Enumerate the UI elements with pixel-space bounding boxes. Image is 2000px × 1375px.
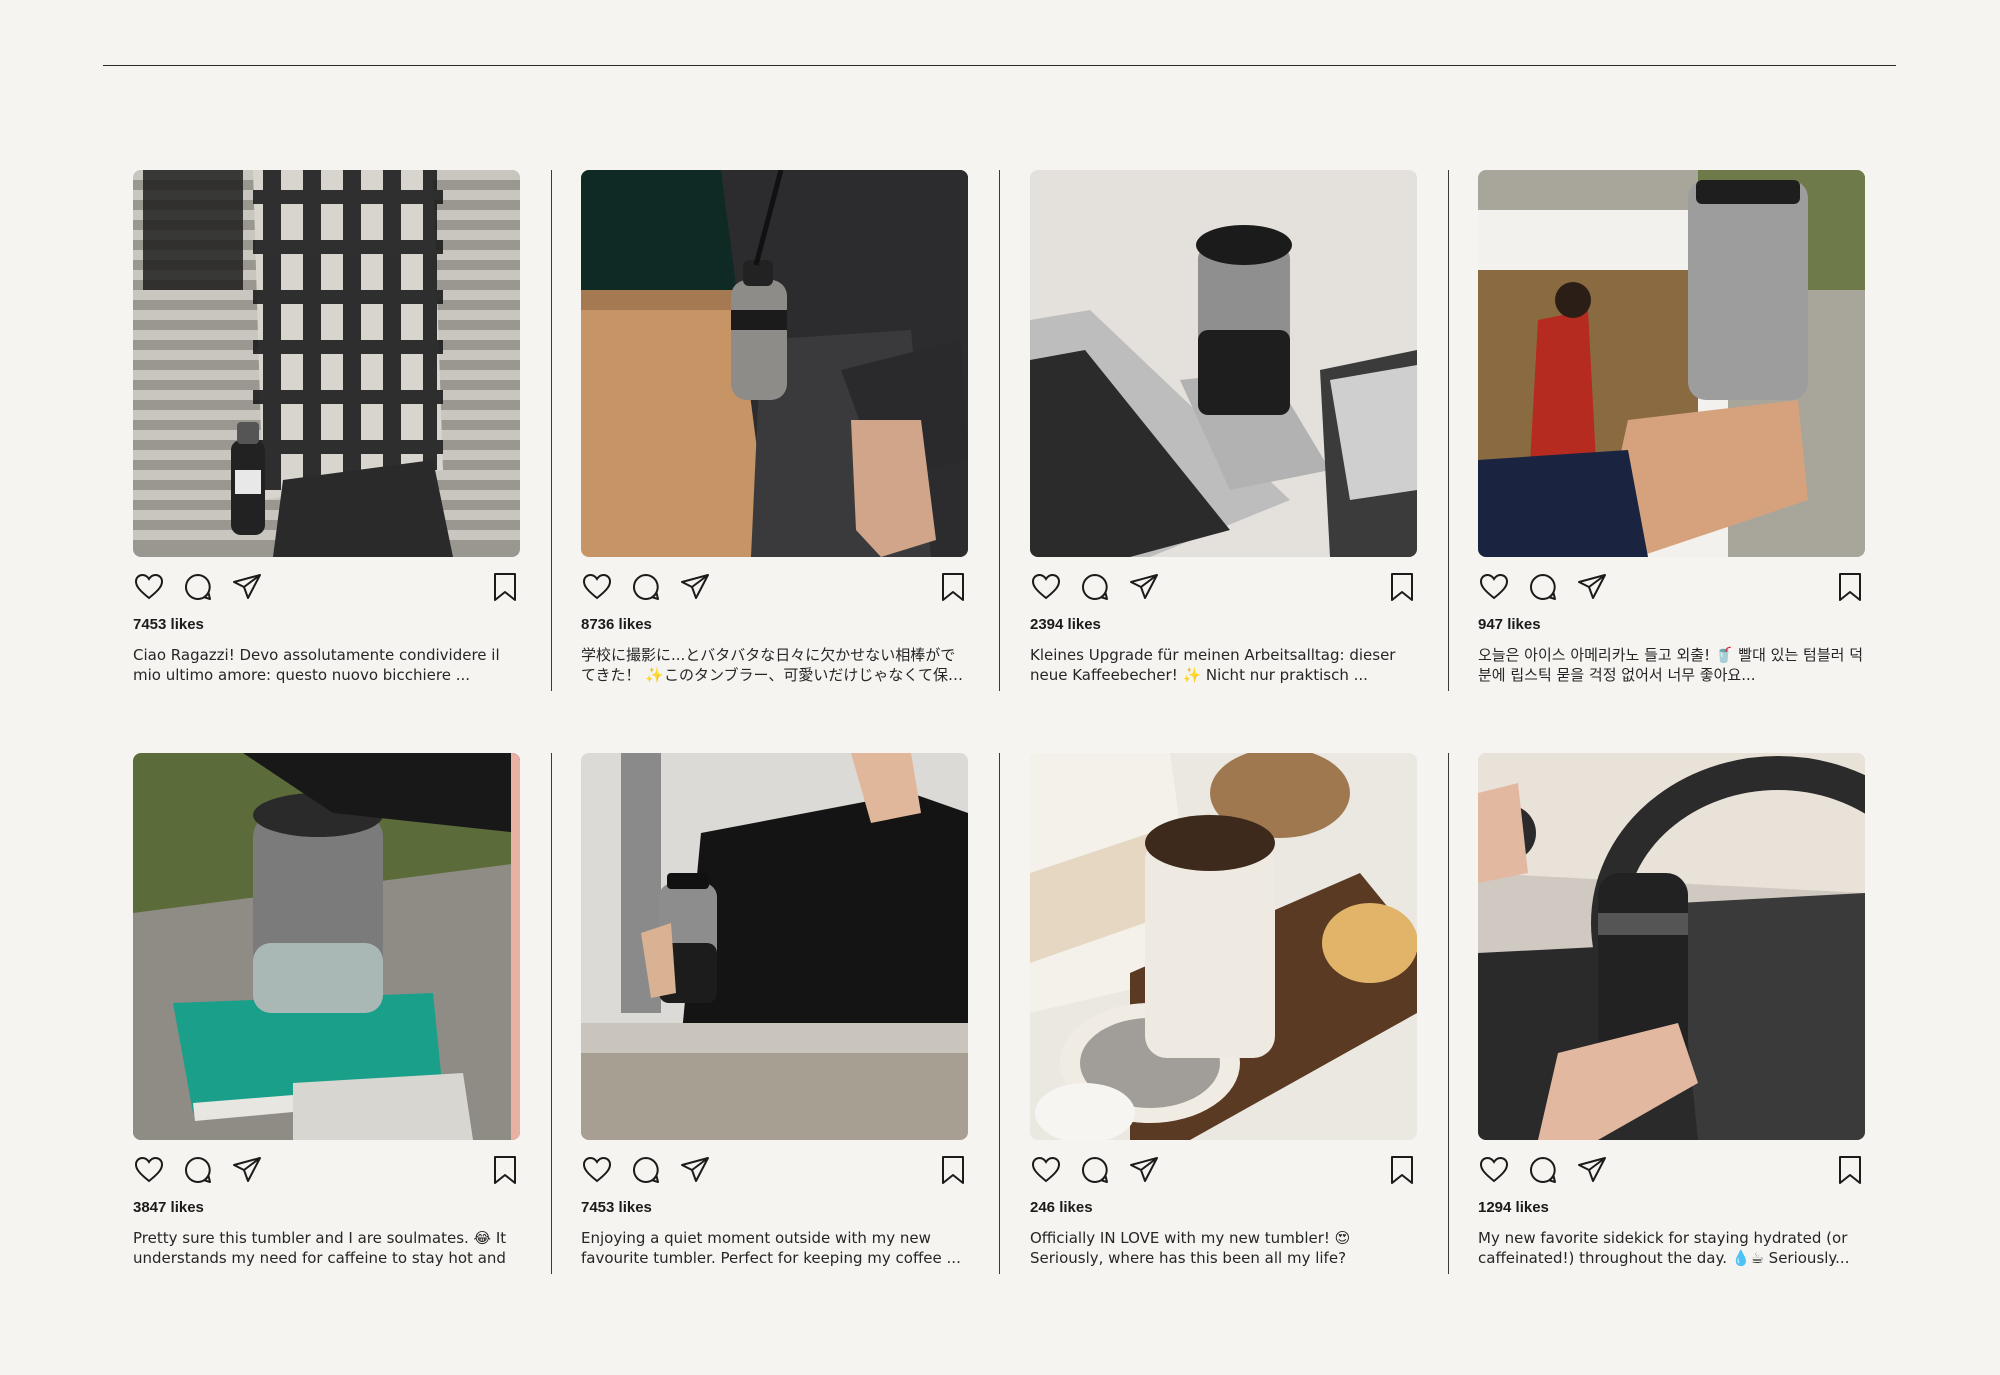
post-card: 7453 likes Enjoying a quiet moment outsi…	[581, 753, 968, 1273]
share-icon[interactable]	[1128, 571, 1160, 603]
post-caption: Ciao Ragazzi! Devo assolutamente condivi…	[133, 646, 500, 684]
like-count[interactable]: 7453 likes	[581, 1199, 652, 1216]
heart-icon[interactable]	[581, 571, 613, 603]
bookmark-icon[interactable]	[1835, 571, 1865, 603]
column-divider	[1448, 753, 1449, 1274]
post-row: 3847 likes Pretty sure this tumbler and …	[103, 753, 1896, 1274]
heart-icon[interactable]	[1030, 1154, 1062, 1186]
post-actions	[133, 571, 520, 605]
bookmark-icon[interactable]	[490, 571, 520, 603]
post-actions	[1478, 1154, 1865, 1188]
heart-icon[interactable]	[133, 1154, 165, 1186]
like-count[interactable]: 8736 likes	[581, 616, 652, 633]
like-count[interactable]: 947 likes	[1478, 616, 1541, 633]
column-divider	[551, 170, 552, 691]
comment-icon[interactable]	[182, 1154, 214, 1186]
like-count[interactable]: 1294 likes	[1478, 1199, 1549, 1216]
bookmark-icon[interactable]	[490, 1154, 520, 1186]
like-count[interactable]: 3847 likes	[133, 1199, 204, 1216]
post-photo[interactable]	[1478, 170, 1865, 557]
share-icon[interactable]	[231, 571, 263, 603]
heart-icon[interactable]	[133, 571, 165, 603]
post-photo[interactable]	[581, 753, 968, 1140]
column-divider	[999, 753, 1000, 1274]
share-icon[interactable]	[1576, 1154, 1608, 1186]
heart-icon[interactable]	[1478, 571, 1510, 603]
share-icon[interactable]	[1576, 571, 1608, 603]
post-card: 947 likes 오늘은 아이스 아메리카노 들고 외출! 🥤 빨대 있는 텀…	[1478, 170, 1865, 690]
comment-icon[interactable]	[1527, 571, 1559, 603]
post-card: 2394 likes Kleines Upgrade für meinen Ar…	[1030, 170, 1417, 690]
post-row: 7453 likes Ciao Ragazzi! Devo assolutame…	[103, 170, 1896, 691]
column-divider	[551, 753, 552, 1274]
column-divider	[999, 170, 1000, 691]
bookmark-icon[interactable]	[1387, 1154, 1417, 1186]
like-count[interactable]: 2394 likes	[1030, 616, 1101, 633]
post-photo[interactable]	[1478, 753, 1865, 1140]
bookmark-icon[interactable]	[938, 571, 968, 603]
comment-icon[interactable]	[1079, 571, 1111, 603]
heart-icon[interactable]	[1478, 1154, 1510, 1186]
post-caption: My new favorite sidekick for staying hyd…	[1478, 1229, 1850, 1267]
share-icon[interactable]	[679, 571, 711, 603]
post-actions	[1478, 571, 1865, 605]
post-card: 8736 likes 学校に撮影に...とバタバタな日々に欠かせない相棒がでてき…	[581, 170, 968, 690]
post-photo[interactable]	[1030, 753, 1417, 1140]
post-caption: Enjoying a quiet moment outside with my …	[581, 1229, 961, 1267]
post-caption: 오늘은 아이스 아메리카노 들고 외출! 🥤 빨대 있는 텀블러 덕분에 립스틱…	[1478, 646, 1863, 684]
top-divider	[103, 65, 1896, 66]
post-card: 3847 likes Pretty sure this tumbler and …	[133, 753, 520, 1273]
post-actions	[581, 571, 968, 605]
share-icon[interactable]	[1128, 1154, 1160, 1186]
bookmark-icon[interactable]	[1387, 571, 1417, 603]
post-photo[interactable]	[581, 170, 968, 557]
share-icon[interactable]	[231, 1154, 263, 1186]
bookmark-icon[interactable]	[1835, 1154, 1865, 1186]
post-caption: Kleines Upgrade für meinen Arbeitsalltag…	[1030, 646, 1396, 684]
share-icon[interactable]	[679, 1154, 711, 1186]
post-card: 7453 likes Ciao Ragazzi! Devo assolutame…	[133, 170, 520, 690]
post-photo[interactable]	[133, 753, 520, 1140]
post-photo[interactable]	[1030, 170, 1417, 557]
comment-icon[interactable]	[1079, 1154, 1111, 1186]
post-caption: Officially IN LOVE with my new tumbler! …	[1030, 1229, 1351, 1267]
like-count[interactable]: 7453 likes	[133, 616, 204, 633]
post-photo[interactable]	[133, 170, 520, 557]
comment-icon[interactable]	[1527, 1154, 1559, 1186]
comment-icon[interactable]	[630, 1154, 662, 1186]
post-actions	[133, 1154, 520, 1188]
comment-icon[interactable]	[630, 571, 662, 603]
post-caption: 学校に撮影に...とバタバタな日々に欠かせない相棒がでてきた！ ✨このタンブラー…	[581, 646, 956, 684]
comment-icon[interactable]	[182, 571, 214, 603]
post-card: 1294 likes My new favorite sidekick for …	[1478, 753, 1865, 1273]
heart-icon[interactable]	[581, 1154, 613, 1186]
post-card: 246 likes Officially IN LOVE with my new…	[1030, 753, 1417, 1273]
post-actions	[581, 1154, 968, 1188]
like-count[interactable]: 246 likes	[1030, 1199, 1093, 1216]
post-caption: Pretty sure this tumbler and I are soulm…	[133, 1229, 507, 1267]
column-divider	[1448, 170, 1449, 691]
post-actions	[1030, 571, 1417, 605]
bookmark-icon[interactable]	[938, 1154, 968, 1186]
post-actions	[1030, 1154, 1417, 1188]
heart-icon[interactable]	[1030, 571, 1062, 603]
